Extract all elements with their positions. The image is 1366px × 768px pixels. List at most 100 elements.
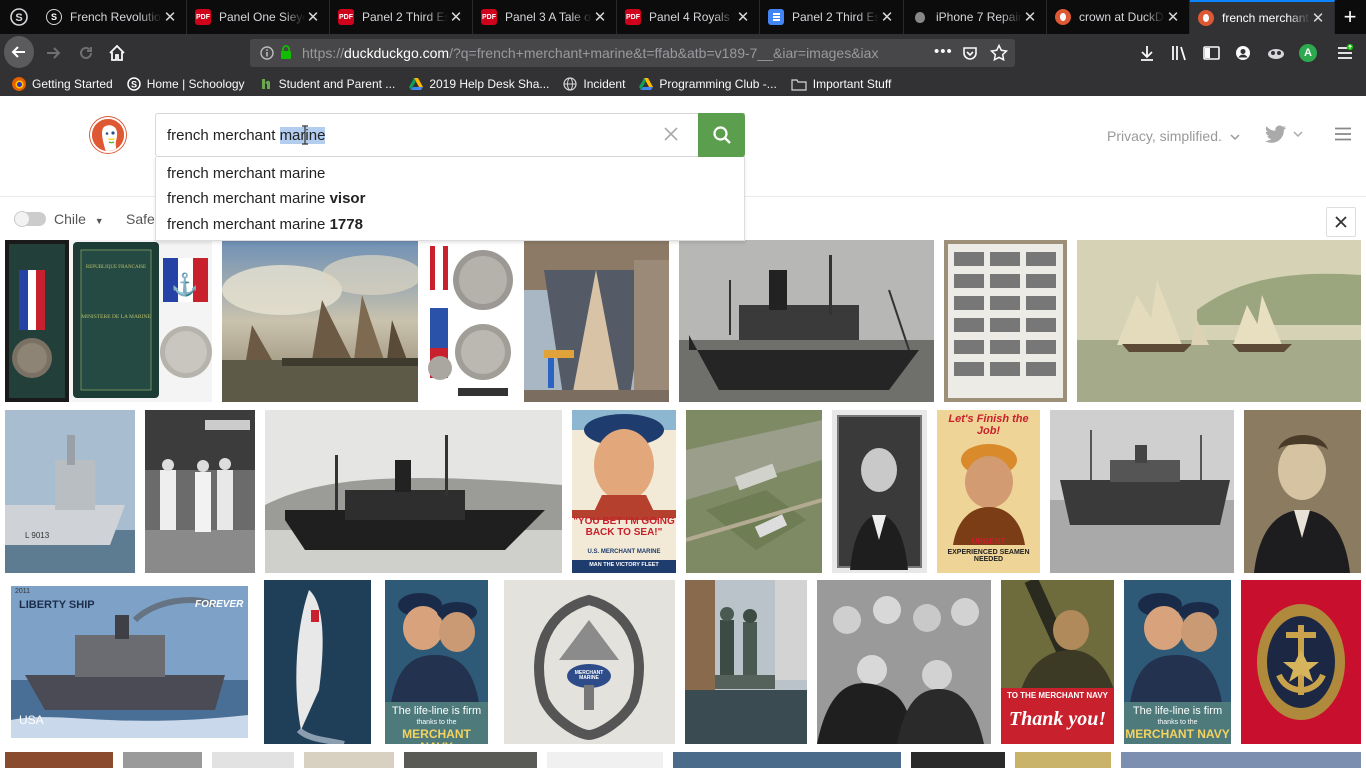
twitter-dropdown[interactable] — [1265, 125, 1303, 148]
image-result-medals[interactable] — [428, 240, 514, 402]
image-result-steamship[interactable] — [265, 410, 562, 573]
browser-tab[interactable]: PDF Panel 2 Third Estate✕ — [330, 0, 473, 34]
image-result-warship[interactable]: L 9013 — [5, 410, 135, 573]
image-result-partial[interactable] — [1015, 752, 1111, 768]
forward-button[interactable] — [38, 38, 68, 68]
bookmark-help-desk[interactable]: 2019 Help Desk Sha... — [409, 77, 549, 91]
bookmark-student-parent[interactable]: Student and Parent ... — [259, 77, 395, 91]
site-menu-button[interactable] — [1334, 127, 1352, 146]
duckduckgo-logo[interactable] — [90, 117, 126, 153]
image-result-officer-portrait[interactable] — [1244, 410, 1361, 573]
browser-tab[interactable]: PDF Panel 3 A Tale of ✕ — [473, 0, 617, 34]
close-tab-icon[interactable]: ✕ — [1310, 9, 1326, 27]
close-tab-icon[interactable]: ✕ — [1022, 8, 1038, 26]
image-result-aerial-map[interactable] — [686, 410, 822, 573]
lock-icon[interactable] — [280, 45, 292, 60]
image-result-partial[interactable] — [212, 752, 294, 768]
browser-tab[interactable]: crown at DuckDuckGo✕ — [1047, 0, 1190, 34]
bookmark-programming-club[interactable]: Programming Club -... — [639, 77, 777, 91]
close-tab-icon[interactable]: ✕ — [448, 8, 464, 26]
reload-button[interactable] — [71, 38, 101, 68]
image-result-partial[interactable] — [673, 752, 901, 768]
browser-tab[interactable]: Panel 2 Third Estate✕ — [760, 0, 904, 34]
close-tab-icon[interactable]: ✕ — [305, 8, 321, 26]
library-icon[interactable] — [1171, 45, 1189, 61]
bookmark-incident[interactable]: Incident — [563, 77, 625, 91]
new-tab-button[interactable]: + — [1334, 0, 1366, 34]
browser-tab[interactable]: french merchant marine✕ — [1190, 0, 1335, 34]
firefox-icon — [12, 77, 26, 91]
browser-tab[interactable]: PDF Panel One Sieyes✕ — [187, 0, 330, 34]
extension-icon[interactable] — [1266, 45, 1286, 61]
image-result-sailors-street[interactable] — [145, 410, 255, 573]
image-result-cargo-ship[interactable] — [1050, 410, 1234, 573]
region-label: Chile — [54, 211, 86, 227]
image-result-merchant-marine-badge[interactable]: MERCHANT MARINE — [504, 580, 675, 744]
region-selector[interactable]: Chile ▼ — [54, 211, 104, 227]
image-result-poster-finish-job[interactable]: Let's Finish the Job! URGENT EXPERIENCED… — [937, 410, 1040, 573]
app-menu-button[interactable] — [1336, 43, 1354, 67]
image-result-poster-thank-you[interactable]: TO THE MERCHANT NAVY Thank you! — [1001, 580, 1114, 744]
image-result-partial[interactable] — [547, 752, 663, 768]
bookmark-important-stuff[interactable]: Important Stuff — [791, 77, 891, 91]
image-result-bw-ship[interactable] — [679, 240, 934, 402]
image-result-liberty-stamp[interactable]: 2011 LIBERTY SHIP FOREVER USA — [5, 580, 254, 744]
info-icon[interactable] — [260, 46, 274, 60]
suggestion-item[interactable]: french merchant marine — [167, 165, 325, 182]
url-text[interactable]: https://duckduckgo.com/?q=french+merchan… — [302, 45, 922, 61]
search-button[interactable] — [698, 113, 745, 157]
sidebar-icon[interactable] — [1203, 45, 1220, 61]
image-result-partial[interactable] — [5, 752, 113, 768]
image-result-partial[interactable] — [304, 752, 394, 768]
browser-tab[interactable]: iPhone 7 Repair ✕ — [904, 0, 1047, 34]
image-result-medal-box[interactable]: REPUBLIQUE FRANCAISE MINISTERE DE LA MAR… — [5, 240, 212, 402]
url-host: duckduckgo.com — [344, 45, 450, 61]
back-button[interactable] — [4, 36, 34, 68]
image-result-liner-aerial[interactable] — [264, 580, 371, 744]
image-result-sailors-group[interactable] — [817, 580, 991, 744]
close-tab-icon[interactable]: ✕ — [879, 8, 895, 26]
suggestion-item[interactable]: french merchant marine visor — [167, 190, 365, 207]
url-bar[interactable]: https://duckduckgo.com/?q=french+merchan… — [250, 39, 1015, 67]
image-result-poster-back-to-sea[interactable]: "YOU BET I'M GOING BACK TO SEA!" U.S. ME… — [572, 410, 676, 573]
home-button[interactable] — [102, 38, 132, 68]
image-result-poster-lifeline-2[interactable]: The life-line is firm thanks to the MERC… — [1124, 580, 1231, 744]
pocket-icon[interactable] — [962, 45, 978, 61]
image-result-portrait-man[interactable] — [832, 410, 927, 573]
close-filters-button[interactable] — [1326, 207, 1356, 237]
browser-tab[interactable]: PDF Panel 4 Royals Flee✕ — [617, 0, 760, 34]
image-result-memorial-statue[interactable] — [685, 580, 807, 744]
close-tab-icon[interactable]: ✕ — [162, 8, 178, 26]
suggestion-item[interactable]: french merchant marine 1778 — [167, 216, 363, 233]
image-result-ship-hull[interactable] — [524, 240, 669, 402]
hull-number: L 9013 — [25, 531, 50, 540]
search-input[interactable]: french merchant marine — [155, 113, 745, 157]
image-result-partial[interactable] — [404, 752, 537, 768]
image-result-partial[interactable] — [123, 752, 202, 768]
image-result-poster-lifeline[interactable]: The life-line is firm thanks to the MERC… — [385, 580, 488, 744]
tab-list-menu-icon[interactable]: S — [0, 0, 38, 34]
image-result-anchor-insignia[interactable] — [1241, 580, 1361, 744]
image-result-ship-chart[interactable] — [944, 240, 1067, 402]
image-result-partial[interactable] — [911, 752, 1005, 768]
image-result-naval-painting[interactable] — [222, 240, 418, 402]
safe-search-selector[interactable]: Safe — [126, 211, 155, 227]
region-toggle[interactable] — [14, 211, 46, 227]
privacy-dropdown[interactable]: Privacy, simplified. — [1107, 128, 1240, 144]
page-actions-icon[interactable]: ••• — [934, 43, 953, 60]
image-result-ships-coast[interactable] — [1077, 240, 1361, 402]
image-result-partial[interactable] — [1121, 752, 1361, 768]
bookmark-label: Programming Club -... — [659, 77, 777, 91]
pdf-icon: PDF — [338, 9, 354, 25]
downloads-icon[interactable] — [1139, 45, 1155, 61]
account-icon[interactable] — [1235, 45, 1251, 61]
close-tab-icon[interactable]: ✕ — [592, 8, 608, 26]
close-tab-icon[interactable]: ✕ — [1165, 8, 1181, 26]
bookmark-schoology[interactable]: S Home | Schoology — [126, 77, 245, 91]
clear-search-button[interactable] — [664, 124, 678, 147]
browser-tab[interactable]: S French Revolution ✕ — [38, 0, 187, 34]
bookmark-getting-started[interactable]: Getting Started — [12, 77, 113, 91]
close-tab-icon[interactable]: ✕ — [735, 8, 751, 26]
profile-avatar[interactable]: A — [1299, 44, 1317, 62]
bookmark-star-icon[interactable] — [990, 44, 1008, 62]
